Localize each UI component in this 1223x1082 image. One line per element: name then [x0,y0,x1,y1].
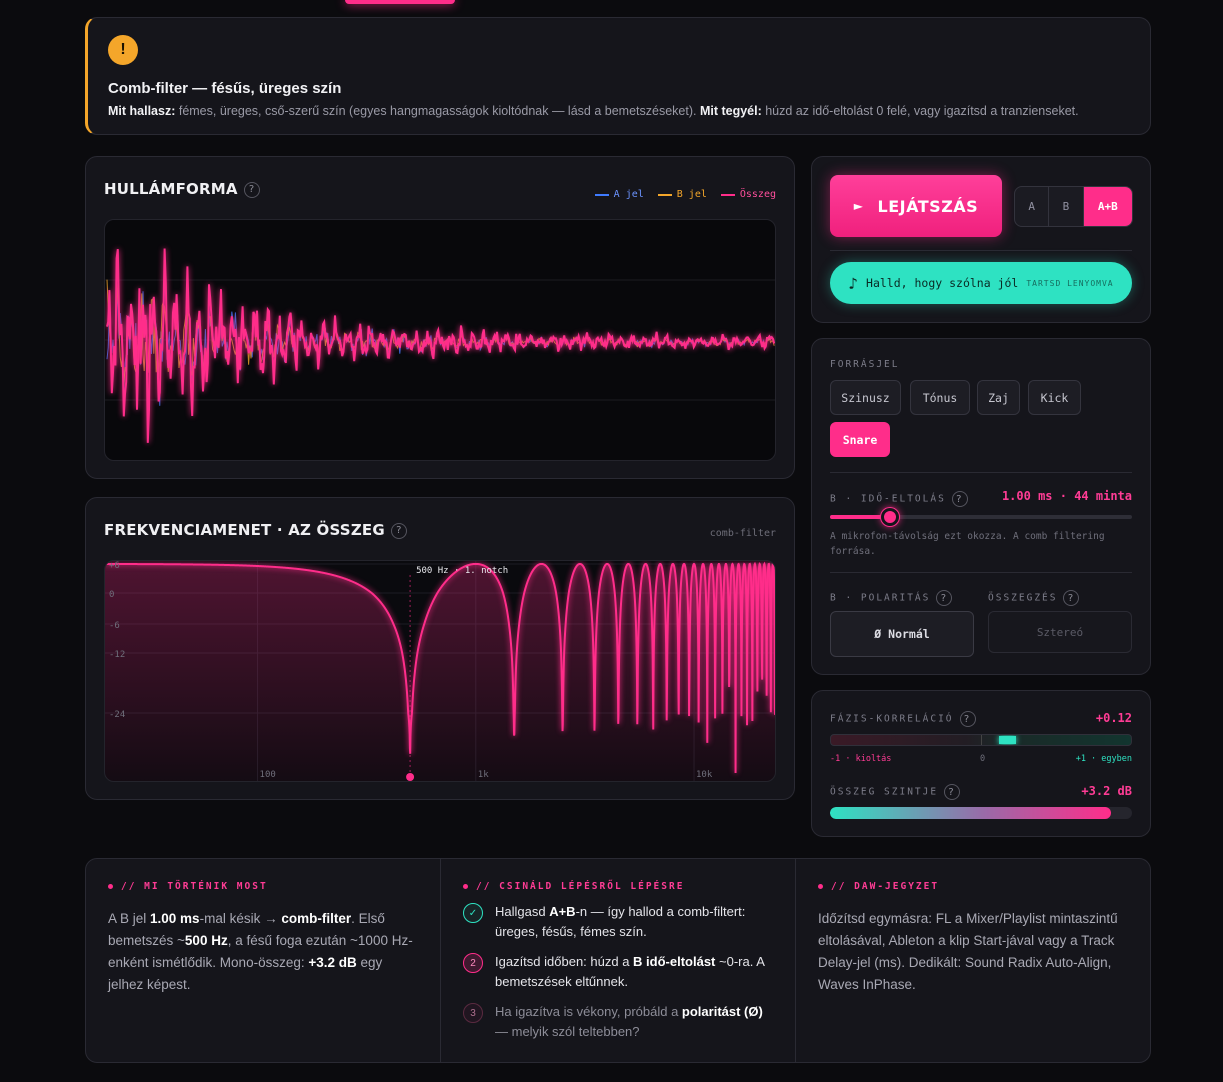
correlation-label: FÁZIS-KORRELÁCIÓ? [830,711,976,727]
top-accent [345,0,455,4]
shift-slider[interactable] [830,508,1132,526]
help-icon[interactable]: ? [951,491,968,507]
info-steps: // CSINÁLD LÉPÉSRŐL LÉPÉSRE ✓ Hallgasd A… [441,859,796,1062]
y-tick-label: 0 [109,590,114,600]
level-value: +3.2 dB [1081,784,1132,798]
waveform-title: HULLÁMFORMA? [104,180,260,198]
step-number: 3 [463,1003,483,1023]
y-tick-label: -12 [109,650,125,660]
shift-hint: A mikrofon-távolság ezt okozza. A comb f… [830,531,1105,557]
help-icon[interactable]: ? [936,590,953,606]
waveform-canvas [104,219,776,461]
correlation-mid-label: 0 [980,754,986,764]
level-meter [830,807,1132,819]
level-meter-fill [830,807,1111,819]
source-option-noise[interactable]: Zaj [977,380,1020,415]
source-option-sine[interactable]: Szinusz [830,380,901,415]
y-tick-label: -24 [109,710,125,720]
ab-selector: A B A+B [1014,186,1133,227]
play-icon: ► [853,199,864,213]
meters-panel: FÁZIS-KORRELÁCIÓ? +0.12 -1 · kioltás 0 +… [811,690,1151,837]
frequency-tag: comb-filter [709,528,776,539]
shift-label: B · IDŐ-ELTOLÁS? [830,491,968,507]
step-item: 2 Igazítsd időben: húzd a B idő-eltolást… [463,952,773,992]
music-note-icon: ♪ [848,273,859,293]
notch-label: 500 Hz · 1. notch [416,566,508,576]
info-now-title: // MI TÖRTÉNIK MOST [121,881,268,892]
divider [830,250,1132,251]
frequency-canvas: 500 Hz · 1. notch +6 0 -6 -12 -24 100 1k 10k [104,560,776,782]
level-label: ÖSSZEG SZINTJE? [830,784,961,800]
player-panel: ► LEJÁTSZÁS A B A+B ♪ Halld, hogy szólna… [811,156,1151,323]
correlation-meter [830,734,1132,746]
info-daw: // DAW-JEGYZET Időzítsd egymásra: FL a M… [796,859,1150,1062]
sum-button[interactable]: Sztereó [988,611,1132,653]
help-icon[interactable]: ? [1063,590,1080,606]
warning-banner: ! Comb-filter — fésűs, üreges szín Mit h… [85,17,1151,135]
play-button[interactable]: ► LEJÁTSZÁS [830,175,1002,237]
legend-sum: Összeg [720,189,776,200]
x-tick-label: 100 [260,770,276,780]
banner-title: Comb-filter — fésűs, üreges szín [108,80,342,97]
info-now: // MI TÖRTÉNIK MOST A B jel 1.00 ms-mal … [86,859,441,1062]
source-label: FORRÁSJEL [830,359,900,370]
ab-option-a[interactable]: A [1015,187,1050,226]
source-option-snare[interactable]: Snare [830,422,890,457]
banner-description: Mit hallasz: fémes, üreges, cső-szerű sz… [108,104,1079,118]
waveform-panel: HULLÁMFORMA? A jel B jel Összeg [85,156,795,479]
info-panel: // MI TÖRTÉNIK MOST A B jel 1.00 ms-mal … [85,858,1151,1063]
shift-slider-handle[interactable] [881,508,900,526]
help-icon[interactable]: ? [959,711,976,727]
step-item: 3 Ha igazítva is vékony, próbáld a polar… [463,1002,773,1042]
step-item: ✓ Hallgasd A+B-n — így hallod a comb-fil… [463,902,773,942]
shift-value: 1.00 ms · 44 minta [1001,489,1132,503]
source-panel: FORRÁSJEL Szinusz Tónus Zaj Kick Snare B… [811,338,1151,675]
help-icon[interactable]: ? [243,181,260,198]
x-tick-label: 1k [478,770,489,780]
correlation-min-label: -1 · kioltás [830,754,892,764]
sum-label: ÖSSZEGZÉS? [988,590,1080,606]
warning-icon: ! [108,35,138,65]
step-number: 2 [463,953,483,973]
notch-marker [406,773,415,781]
frequency-panel: FREKVENCIAMENET · AZ ÖSSZEG? comb-filter… [85,497,795,800]
divider [830,472,1132,473]
ab-option-b[interactable]: B [1049,187,1084,226]
correlation-indicator [999,736,1016,744]
y-tick-label: +6 [109,561,120,571]
correlation-max-label: +1 · egyben [1075,754,1132,764]
frequency-svg: 500 Hz · 1. notch +6 0 -6 -12 -24 100 1k 10k [105,561,775,781]
source-option-tone[interactable]: Tónus [910,380,970,415]
correlation-value: +0.12 [1095,711,1132,725]
help-icon[interactable]: ? [944,784,961,800]
legend-a: A jel [594,189,644,200]
reference-button[interactable]: ♪ Halld, hogy szólna jól TARTSD LENYOMVA [830,262,1132,304]
frequency-title: FREKVENCIAMENET · AZ ÖSSZEG? [104,521,407,539]
ab-option-ab[interactable]: A+B [1083,187,1132,226]
frequency-area [105,564,775,781]
help-icon[interactable]: ? [390,522,407,539]
divider [830,572,1132,573]
source-option-kick[interactable]: Kick [1028,380,1081,415]
x-tick-label: 10k [696,770,713,780]
info-daw-title: // DAW-JEGYZET [831,881,940,892]
polarity-button[interactable]: Ø Normál [830,611,974,657]
info-steps-title: // CSINÁLD LÉPÉSRŐL LÉPÉSRE [476,881,685,892]
waveform-svg [105,248,775,443]
legend-b: B jel [657,189,707,200]
check-icon: ✓ [463,903,483,923]
y-tick-label: -6 [109,621,120,631]
wave-sum-line [106,248,775,443]
info-daw-text: Időzítsd egymásra: FL a Mixer/Playlist m… [818,911,1118,992]
waveform-legend: A jel B jel Összeg [594,189,776,200]
polarity-label: B · POLARITÁS? [830,590,953,606]
info-now-text: A B jel 1.00 ms-mal késik → comb-filter.… [108,911,413,992]
